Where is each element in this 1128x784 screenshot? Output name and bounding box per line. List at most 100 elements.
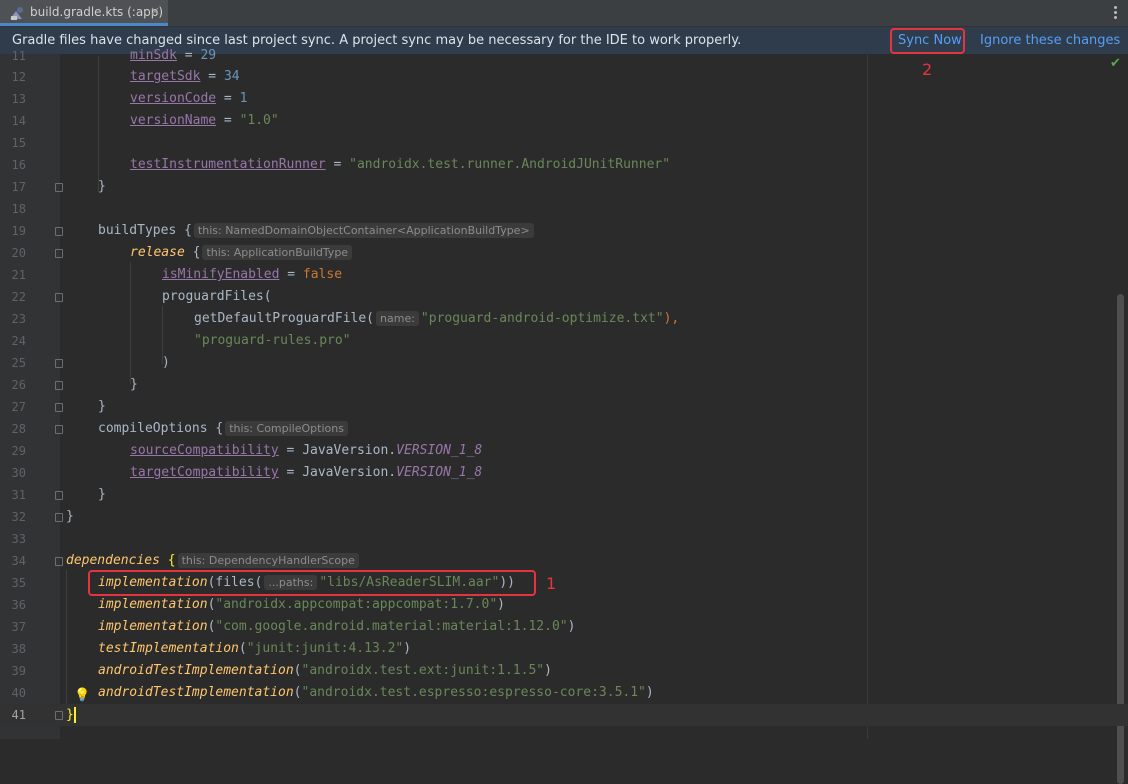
property: testInstrumentationRunner	[130, 157, 326, 172]
fold-marker-icon[interactable]	[55, 557, 63, 566]
code-text: isMinifyEnabled = false	[162, 267, 342, 282]
matched-brace: }	[66, 707, 74, 723]
line-number: 24	[11, 334, 26, 348]
inlay-hint: this: ApplicationBuildType	[202, 245, 353, 260]
annotation-1: 1	[546, 574, 557, 593]
close-icon[interactable]: ×	[150, 4, 160, 18]
property: versionCode	[130, 91, 217, 106]
code-line: 31 }	[0, 484, 1128, 506]
code-line: 19 buildTypes {this: NamedDomainObjectCo…	[0, 220, 1128, 242]
line-number: 14	[11, 114, 26, 128]
fold-marker-icon[interactable]	[55, 403, 63, 412]
line-number: 13	[11, 92, 26, 106]
value: "androidx.test.runner.AndroidJUnitRunner…	[349, 157, 671, 172]
value: "proguard-android-optimize.txt"	[420, 311, 664, 326]
code-text: proguardFiles(	[162, 289, 272, 304]
value: "androidx.appcompat:appcompat:1.7.0"	[215, 597, 498, 612]
inlay-hint: name:	[376, 311, 419, 326]
value: "com.google.android.material:material:1.…	[215, 619, 568, 634]
code-line: 16 testInstrumentationRunner = "androidx…	[0, 154, 1128, 176]
code-token: {	[184, 245, 201, 260]
code-text: }	[98, 179, 106, 194]
fold-marker-icon[interactable]	[55, 293, 63, 302]
function-call: implementation	[98, 597, 208, 612]
fold-marker-icon[interactable]	[55, 183, 63, 192]
code-text: testInstrumentationRunner = "androidx.te…	[130, 157, 670, 172]
code-text: }	[66, 509, 74, 524]
code-line: 18	[0, 198, 1128, 220]
code-line: 14 versionName = "1.0"	[0, 110, 1128, 132]
value: "androidx.test.ext:junit:1.1.5"	[301, 663, 545, 678]
code-token: getDefaultProguardFile(	[194, 311, 375, 326]
code-line: 23 getDefaultProguardFile(name: "proguard…	[0, 308, 1128, 330]
code-text: sourceCompatibility = JavaVersion.VERSIO…	[130, 443, 482, 458]
function-call: dependencies	[66, 553, 160, 568]
function-call: release	[130, 245, 185, 260]
value: 1	[239, 91, 248, 106]
code-line: 36 implementation("androidx.appcompat:ap…	[0, 594, 1128, 616]
operator: =	[279, 267, 303, 282]
fold-marker-icon[interactable]	[55, 513, 63, 522]
inlay-hint: this: NamedDomainObjectContainer<Applica…	[193, 223, 534, 238]
function-call: androidTestImplementation	[98, 685, 294, 700]
line-number: 40	[11, 686, 26, 700]
code-line: 37 implementation("com.google.android.ma…	[0, 616, 1128, 638]
code-text: compileOptions {this: CompileOptions	[98, 421, 350, 436]
fold-marker-icon[interactable]	[55, 227, 63, 236]
code-text: dependencies {this: DependencyHandlerSco…	[66, 553, 361, 568]
line-number: 27	[11, 400, 26, 414]
code-line: 26 }	[0, 374, 1128, 396]
code-line: 29 sourceCompatibility = JavaVersion.VER…	[0, 440, 1128, 462]
inlay-hint: this: DependencyHandlerScope	[177, 553, 359, 568]
line-number: 30	[11, 466, 26, 480]
line-number: 36	[11, 598, 26, 612]
code-text: "proguard-rules.pro"	[194, 333, 351, 348]
code-text: implementation("androidx.appcompat:appco…	[98, 597, 505, 612]
code-line: 25 )	[0, 352, 1128, 374]
code-line: 15	[0, 132, 1128, 154]
value: "androidx.test.espresso:espresso-core:3.…	[301, 685, 646, 700]
code-text: }	[66, 707, 76, 723]
code-text: minSdk = 29	[130, 48, 216, 63]
fold-marker-icon[interactable]	[55, 711, 63, 720]
property: targetCompatibility	[130, 465, 279, 480]
code-line: 24 "proguard-rules.pro"	[0, 330, 1128, 352]
fold-marker-icon[interactable]	[55, 491, 63, 500]
operator: =	[216, 91, 240, 106]
line-number: 26	[11, 378, 26, 392]
matched-brace: {	[167, 553, 176, 568]
code-text: getDefaultProguardFile(name: "proguard-an…	[194, 311, 679, 326]
inlay-hint: this: CompileOptions	[225, 421, 348, 436]
operator: = JavaVersion.	[278, 443, 397, 458]
function-call: implementation	[98, 619, 208, 634]
tab-build-gradle[interactable]: build.gradle.kts (:app) ×	[0, 0, 168, 26]
value: VERSION_1_8	[396, 443, 483, 458]
code-line: 12 targetSdk = 34	[0, 66, 1128, 88]
code-text: buildTypes {this: NamedDomainObjectConta…	[98, 223, 536, 238]
code-text: testImplementation("junit:junit:4.13.2")	[98, 641, 412, 656]
line-number: 15	[11, 136, 26, 150]
line-number: 21	[11, 268, 26, 282]
tab-label: build.gradle.kts (:app)	[30, 5, 164, 19]
code-text: targetCompatibility = JavaVersion.VERSIO…	[130, 465, 482, 480]
code-token: ),	[663, 311, 680, 326]
code-line: 30 targetCompatibility = JavaVersion.VER…	[0, 462, 1128, 484]
operator: =	[200, 69, 224, 84]
fold-marker-icon[interactable]	[55, 425, 63, 434]
code-line: 39 androidTestImplementation("androidx.t…	[0, 660, 1128, 682]
code-text: }	[130, 377, 138, 392]
code-text: }	[98, 487, 106, 502]
fold-marker-icon[interactable]	[55, 381, 63, 390]
line-number: 33	[11, 532, 26, 546]
lightbulb-icon[interactable]: 💡	[74, 688, 90, 703]
code-text: implementation("com.google.android.mater…	[98, 619, 576, 634]
fold-marker-icon[interactable]	[55, 249, 63, 258]
line-number: 23	[11, 312, 26, 326]
more-options-icon[interactable]	[1112, 4, 1118, 22]
code-line: 20 release {this: ApplicationBuildType	[0, 242, 1128, 264]
value: "1.0"	[239, 113, 279, 128]
value: 29	[200, 48, 217, 63]
implementation-highlight-box	[88, 570, 536, 596]
line-number: 22	[11, 290, 26, 304]
fold-marker-icon[interactable]	[55, 359, 63, 368]
